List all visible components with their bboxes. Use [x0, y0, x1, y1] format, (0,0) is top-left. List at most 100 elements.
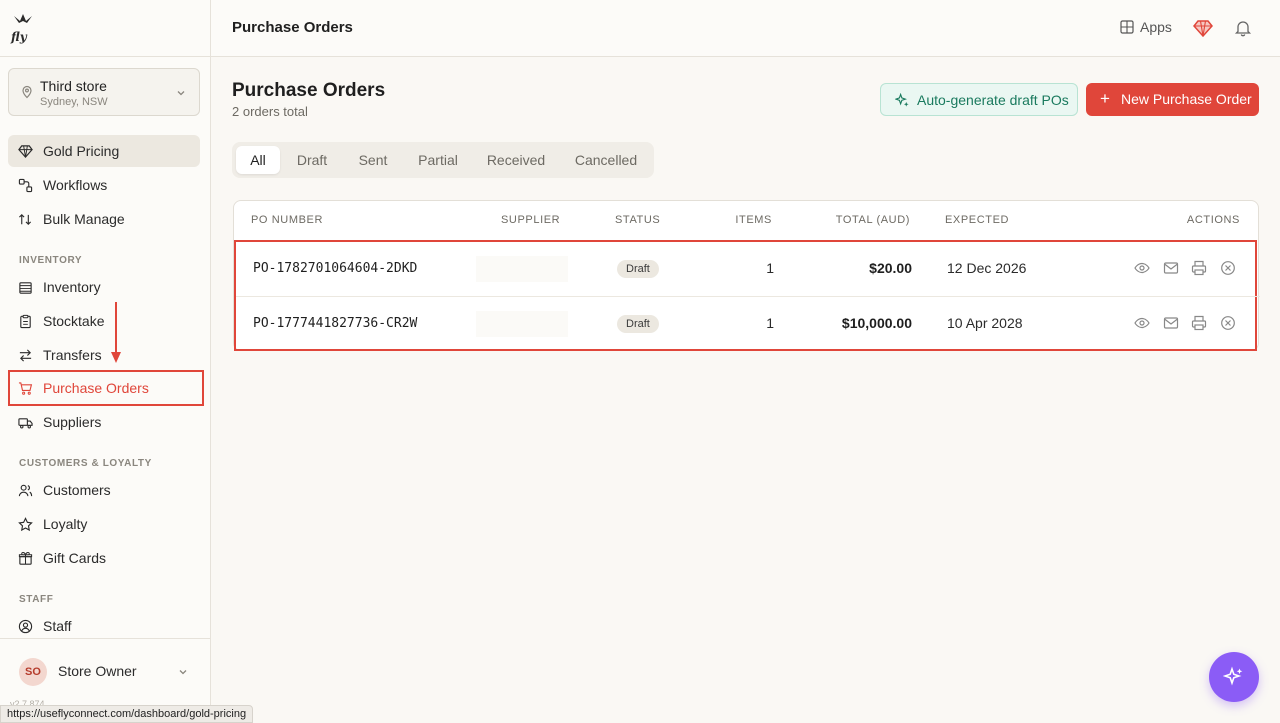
section-heading-staff: STAFF [19, 594, 54, 605]
po-number[interactable]: PO-1777441827736-CR2W [253, 316, 417, 331]
gem-icon[interactable] [1193, 18, 1213, 38]
sidebar-item-label: Customers [43, 482, 111, 498]
inventory-icon [19, 282, 32, 294]
sidebar-item-label: Inventory [43, 279, 101, 295]
sidebar-item-loyalty[interactable]: Loyalty [8, 508, 200, 540]
cancel-order-button[interactable] [1220, 315, 1236, 331]
tab-draft[interactable]: Draft [284, 146, 340, 174]
items-count: 1 [766, 315, 774, 331]
top-bar: Purchase Orders Apps [211, 0, 1280, 57]
transfer-icon [19, 349, 32, 362]
cart-icon [18, 382, 33, 395]
sidebar-item-label: Workflows [43, 177, 108, 193]
column-header-total[interactable]: TOTAL (AUD) [836, 214, 910, 226]
mail-icon [1163, 262, 1179, 274]
column-header-actions: ACTIONS [1186, 214, 1240, 226]
section-heading-customers-loyalty: CUSTOMERS & LOYALTY [19, 458, 152, 469]
sidebar-item-inventory[interactable]: Inventory [8, 271, 200, 303]
table-row[interactable]: PO-1782701064604-2DKD Draft 1 $20.00 12 … [236, 242, 1260, 296]
sparkle-icon [1223, 666, 1243, 686]
sparkle-icon [895, 93, 909, 107]
sidebar-item-label: Gold Pricing [43, 143, 120, 159]
table-row[interactable]: PO-1777441827736-CR2W Draft 1 $10,000.00… [236, 296, 1260, 350]
eye-icon [1134, 262, 1150, 274]
expected-date: 12 Dec 2026 [947, 260, 1027, 276]
email-button[interactable] [1163, 260, 1179, 276]
status-badge: Draft [617, 260, 659, 278]
auto-generate-label: Auto-generate draft POs [917, 92, 1069, 108]
supplier-cell [476, 311, 568, 337]
sidebar-item-label: Staff [43, 618, 72, 634]
printer-icon [1191, 315, 1207, 331]
view-button[interactable] [1134, 315, 1150, 331]
user-circle-icon [18, 619, 33, 634]
items-count: 1 [766, 260, 774, 276]
user-name: Store Owner [58, 663, 137, 679]
location-pin-icon [22, 85, 32, 99]
svg-text:fly: fly [10, 30, 28, 44]
sidebar-item-suppliers[interactable]: Suppliers [8, 406, 200, 438]
sidebar-item-purchase-orders[interactable]: Purchase Orders [8, 370, 204, 406]
view-button[interactable] [1134, 260, 1150, 276]
expected-date: 10 Apr 2028 [947, 315, 1023, 331]
sidebar-item-label: Stocktake [43, 313, 105, 329]
store-location: Sydney, NSW [40, 96, 108, 108]
printer-icon [1191, 260, 1207, 276]
annotation-arrow-icon [111, 302, 121, 363]
page-subtitle: 2 orders total [232, 104, 308, 119]
truck-icon [18, 418, 33, 429]
tab-partial[interactable]: Partial [406, 146, 470, 174]
topbar-title: Purchase Orders [232, 19, 353, 36]
email-button[interactable] [1163, 315, 1179, 331]
sidebar-item-customers[interactable]: Customers [8, 474, 200, 506]
cancel-order-button[interactable] [1220, 260, 1236, 276]
po-number[interactable]: PO-1782701064604-2DKD [253, 261, 417, 276]
order-total: $10,000.00 [841, 315, 912, 331]
sidebar-item-bulk-manage[interactable]: Bulk Manage [8, 203, 200, 235]
new-purchase-order-button[interactable]: + New Purchase Order [1086, 83, 1259, 116]
grid-icon [1120, 20, 1134, 34]
sidebar-item-stocktake[interactable]: Stocktake [8, 305, 200, 337]
mail-icon [1163, 317, 1179, 329]
users-icon [18, 484, 33, 497]
sidebar-item-label: Bulk Manage [43, 211, 125, 227]
auto-generate-button[interactable]: Auto-generate draft POs [880, 83, 1078, 116]
store-selector[interactable]: Third store Sydney, NSW [8, 68, 200, 116]
column-header-status[interactable]: STATUS [615, 214, 660, 226]
plus-icon: + [1100, 89, 1110, 108]
tab-sent[interactable]: Sent [346, 146, 400, 174]
sort-icon [19, 214, 32, 225]
sidebar-item-gold-pricing[interactable]: Gold Pricing [8, 135, 200, 167]
column-header-items[interactable]: ITEMS [735, 214, 772, 226]
tab-received[interactable]: Received [476, 146, 556, 174]
tab-cancelled[interactable]: Cancelled [562, 146, 650, 174]
bell-icon[interactable] [1233, 18, 1253, 38]
fly-logo-icon: fly [10, 14, 32, 44]
status-tabs: All Draft Sent Partial Received Cancelle… [232, 142, 654, 178]
star-icon [18, 517, 33, 532]
fly-logo[interactable]: fly [10, 12, 36, 44]
sidebar-item-label: Gift Cards [43, 550, 107, 566]
apps-button[interactable]: Apps [1120, 19, 1172, 35]
sidebar-item-label: Loyalty [43, 516, 88, 532]
print-button[interactable] [1191, 315, 1207, 331]
print-button[interactable] [1191, 260, 1207, 276]
column-header-expected[interactable]: EXPECTED [945, 214, 1009, 226]
page-title: Purchase Orders [232, 80, 386, 101]
column-header-supplier[interactable]: SUPPLIER [501, 214, 560, 226]
apps-label: Apps [1140, 19, 1172, 35]
ai-assistant-button[interactable] [1209, 652, 1259, 702]
chevron-down-icon [177, 91, 185, 96]
table-rows-highlight: PO-1782701064604-2DKD Draft 1 $20.00 12 … [234, 240, 1260, 351]
clipboard-icon [20, 314, 31, 329]
section-heading-inventory: INVENTORY [19, 255, 83, 266]
store-name: Third store [40, 78, 107, 94]
x-circle-icon [1221, 261, 1235, 275]
status-bar-url: https://useflyconnect.com/dashboard/gold… [0, 705, 254, 723]
sidebar-item-transfers[interactable]: Transfers [8, 339, 200, 371]
tab-all[interactable]: All [236, 146, 280, 174]
workflow-icon [18, 178, 33, 193]
column-header-po-number[interactable]: PO NUMBER [251, 214, 323, 226]
sidebar-item-gift-cards[interactable]: Gift Cards [8, 542, 200, 574]
sidebar-item-workflows[interactable]: Workflows [8, 169, 200, 201]
